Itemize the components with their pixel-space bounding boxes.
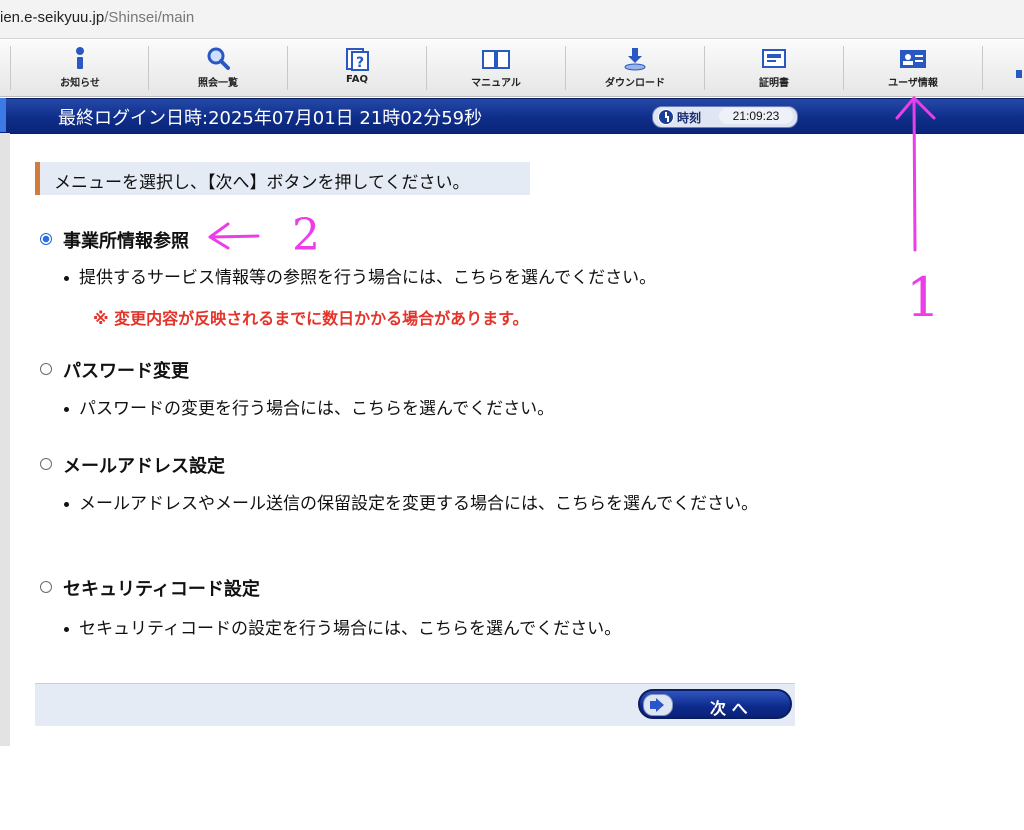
annotation-label-2: 2: [292, 210, 320, 261]
arrow-annotation-2: [208, 222, 260, 250]
arrow-annotation-1: [895, 96, 936, 252]
annotation-label-1: 1: [906, 266, 941, 329]
annotation-layer: [208, 96, 936, 252]
